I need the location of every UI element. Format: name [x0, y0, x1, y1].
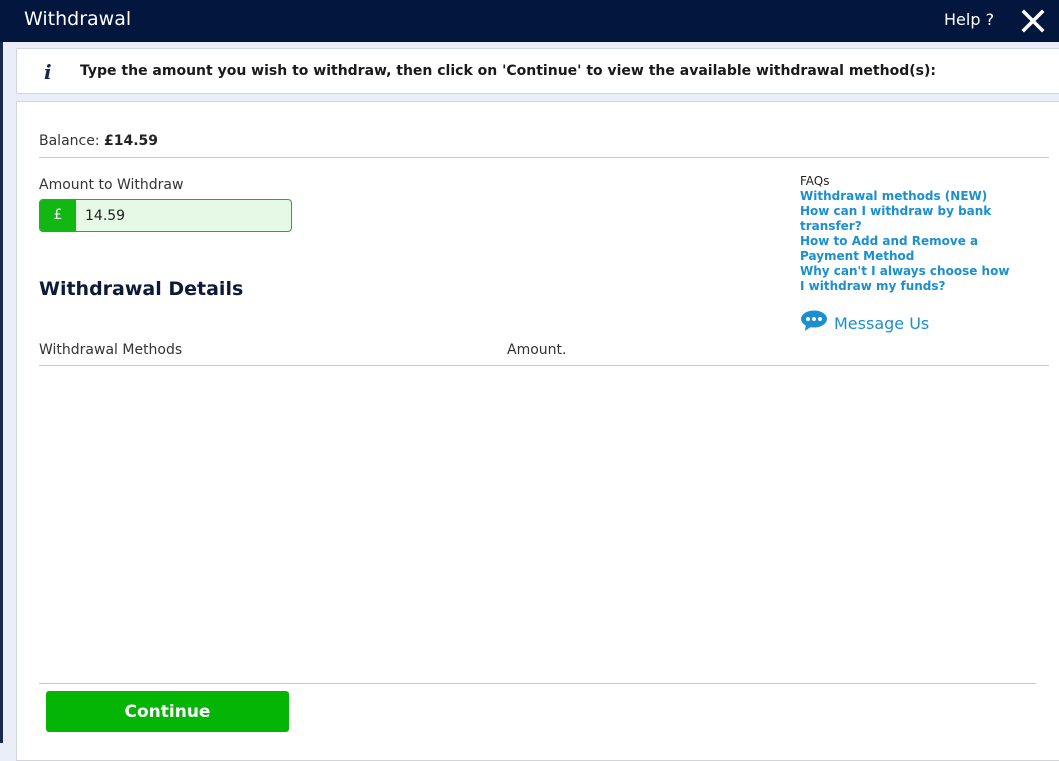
faq-link-choose-withdraw[interactable]: Why can't I always choose how I withdraw… [800, 264, 1015, 294]
faq-title: FAQs [800, 174, 830, 188]
amount-field: £ [39, 199, 292, 232]
currency-symbol: £ [40, 200, 76, 231]
help-link[interactable]: Help ? [944, 10, 994, 29]
info-icon: i [44, 60, 52, 84]
faq-link-payment-method[interactable]: How to Add and Remove a Payment Method [800, 234, 1035, 264]
info-banner: i Type the amount you wish to withdraw, … [16, 48, 1059, 94]
title-bar: Withdrawal Help ? [0, 0, 1059, 42]
window-title: Withdrawal [24, 8, 132, 30]
faq-link-bank-transfer[interactable]: How can I withdraw by bank transfer? [800, 204, 1000, 234]
close-icon[interactable] [1020, 8, 1046, 34]
balance-value: £14.59 [104, 133, 159, 149]
faq-link-withdrawal-methods[interactable]: Withdrawal methods (NEW) [800, 189, 1050, 204]
balance: Balance: £14.59 [39, 133, 158, 149]
background-strip [0, 42, 3, 743]
balance-label: Balance: [39, 133, 100, 149]
table-divider [39, 365, 1049, 366]
info-text: Type the amount you wish to withdraw, th… [80, 63, 936, 79]
column-header-methods: Withdrawal Methods [39, 342, 183, 358]
amount-input[interactable] [76, 200, 291, 231]
withdrawal-details-heading: Withdrawal Details [39, 278, 244, 300]
continue-button[interactable]: Continue [46, 691, 289, 732]
amount-label: Amount to Withdraw [39, 177, 184, 193]
divider [39, 157, 1049, 158]
column-header-amount: Amount. [507, 342, 567, 358]
footer-divider [39, 683, 1036, 684]
chat-bubble-icon [800, 310, 828, 336]
message-us-link[interactable]: Message Us [800, 310, 929, 336]
message-us-label: Message Us [834, 313, 930, 333]
faq-section: FAQs Withdrawal methods (NEW) How can I … [800, 174, 1050, 294]
